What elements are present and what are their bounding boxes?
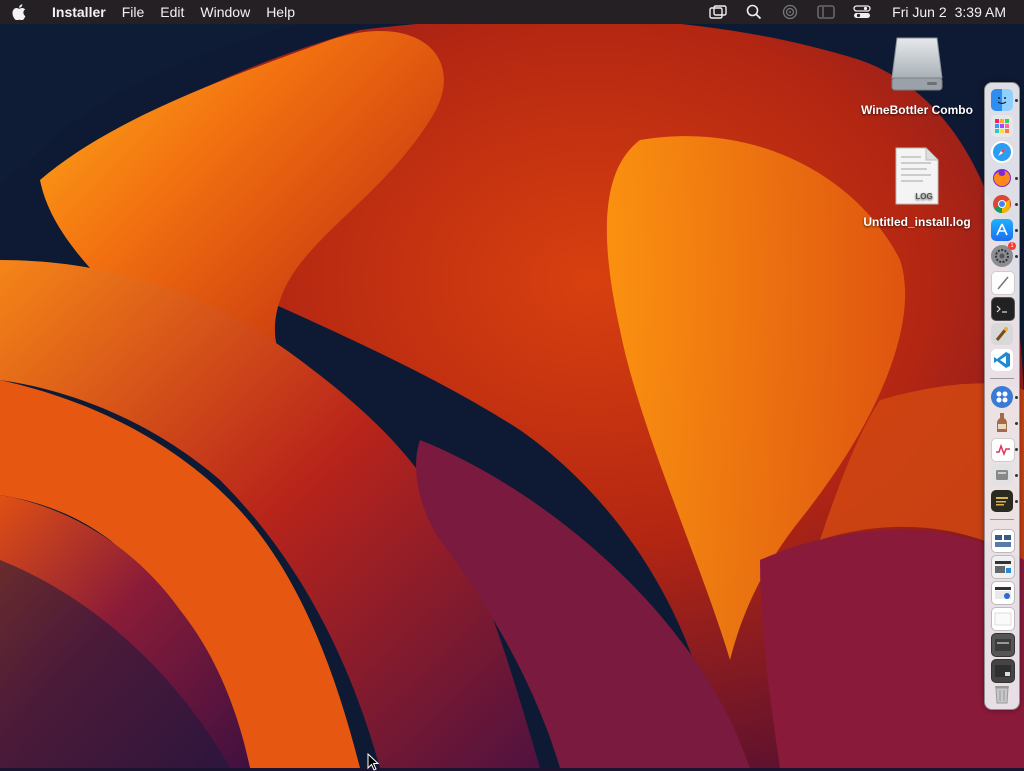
firefox-icon[interactable] [991,167,1013,189]
textedit-icon[interactable] [991,271,1015,295]
dock-separator [990,378,1014,379]
running-indicator [1015,99,1018,102]
chrome-icon[interactable] [991,193,1013,215]
menu-help[interactable]: Help [258,0,303,24]
screen-mirroring-icon[interactable] [708,4,728,20]
running-indicator [1015,500,1018,503]
desktop-icon-install-log[interactable]: LOG Untitled_install.log [857,146,977,230]
running-indicator [1015,203,1018,206]
vscode-icon[interactable] [991,349,1013,371]
search-icon[interactable] [744,4,764,20]
apple-menu-icon[interactable] [12,4,40,20]
running-indicator [1015,177,1018,180]
log-badge: LOG [915,192,932,201]
script-editor-icon[interactable] [991,323,1013,345]
menu-edit[interactable]: Edit [152,0,192,24]
desktop-icon-label: Untitled_install.log [863,215,971,229]
system-settings-icon[interactable]: 1 [991,242,1016,267]
menu-bar: Installer File Edit Window Help Fri Jun … [0,0,1024,24]
running-indicator [1015,396,1018,399]
menu-file[interactable]: File [114,0,153,24]
finder-icon[interactable] [991,89,1013,111]
console-icon[interactable] [991,490,1013,512]
window-thumbnail-icon[interactable] [991,555,1015,579]
airplay-icon[interactable] [780,4,800,20]
disk-image-icon [891,37,943,91]
clock-time: 3:39 AM [954,4,1006,20]
mouse-cursor-icon [367,753,379,771]
app-menu-installer[interactable]: Installer [40,0,114,24]
launchpad-icon[interactable] [991,115,1013,137]
running-indicator [1015,255,1018,258]
trash-icon[interactable] [991,683,1013,705]
safari-icon[interactable] [991,141,1013,163]
log-file-icon: LOG [895,147,939,205]
dock: 1 [984,82,1020,710]
dock-separator [990,519,1014,520]
menubar-clock[interactable]: Fri Jun 2 3:39 AM [892,4,1006,20]
installer-icon[interactable] [991,386,1013,408]
window-thumbnail-icon[interactable] [991,633,1015,657]
notification-badge: 1 [1008,242,1016,250]
app-store-icon[interactable] [991,219,1013,241]
window-thumbnail-icon[interactable] [991,581,1015,605]
terminal-icon[interactable] [991,297,1015,321]
clock-date: Fri Jun 2 [892,4,947,20]
running-indicator [1015,229,1018,232]
document-thumbnail-icon[interactable] [991,607,1015,631]
desktop-icon-winebottler[interactable]: WineBottler Combo [857,34,977,118]
desktop-icon-label: WineBottler Combo [861,103,973,117]
control-center-icon[interactable] [852,4,872,20]
running-indicator [1015,422,1018,425]
menu-window[interactable]: Window [192,0,258,24]
winebottler-icon[interactable] [991,412,1013,434]
disk-utility-icon[interactable] [991,464,1013,486]
window-thumbnail-icon[interactable] [991,529,1015,553]
window-thumbnail-icon[interactable] [991,659,1015,683]
running-indicator [1015,474,1018,477]
running-indicator [1015,448,1018,451]
display-icon[interactable] [816,4,836,20]
activity-monitor-icon[interactable] [991,438,1015,462]
